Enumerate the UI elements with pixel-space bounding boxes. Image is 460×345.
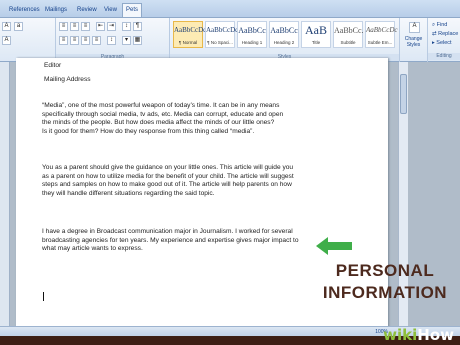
tab-references[interactable]: References bbox=[6, 4, 43, 18]
style-sample: AaBbCcDc bbox=[366, 26, 398, 34]
arrow-left-icon bbox=[316, 237, 352, 255]
paragraph-media: “Media”, one of the most powerful weapon… bbox=[42, 102, 284, 135]
style-subtitle[interactable]: AaBbCc. Subtitle bbox=[333, 21, 364, 48]
align-left-icon[interactable]: ≡ bbox=[59, 36, 68, 45]
select-icon: ▸ bbox=[432, 40, 435, 46]
style-subtle-emphasis[interactable]: AaBbCcDc Subtle Em... bbox=[365, 21, 398, 48]
sort-icon[interactable]: ↕ bbox=[122, 22, 131, 31]
style-name: Heading 1 bbox=[241, 40, 263, 45]
style-sample: AaB bbox=[305, 23, 327, 37]
style-sample: AaBbCc. bbox=[334, 26, 364, 35]
decrease-indent-icon[interactable]: ⇤ bbox=[96, 22, 105, 31]
justify-icon[interactable]: ≡ bbox=[92, 36, 101, 45]
styles-group: AaBbCcDc ¶ Normal AaBbCcDc ¶ No Spaci...… bbox=[170, 18, 400, 62]
clear-format-icon[interactable]: a bbox=[14, 22, 23, 31]
change-styles-icon[interactable]: A bbox=[409, 22, 420, 33]
style-no-spacing[interactable]: AaBbCcDc ¶ No Spaci... bbox=[205, 21, 239, 48]
replace-label: Replace bbox=[438, 31, 459, 37]
watermark-wiki: wiki bbox=[383, 326, 418, 344]
shading-icon[interactable]: ▾ bbox=[122, 36, 131, 45]
wikihow-watermark: wikiHow bbox=[383, 326, 454, 344]
find-icon: ⌕ bbox=[432, 22, 436, 28]
mailing-address-line: Mailing Address bbox=[44, 76, 91, 83]
style-name: ¶ Normal bbox=[178, 40, 198, 45]
editor-line: Editor bbox=[44, 62, 62, 69]
change-styles-group: A Change Styles bbox=[400, 18, 428, 62]
tab-pets[interactable]: Pets bbox=[122, 3, 143, 17]
scroll-thumb[interactable] bbox=[400, 74, 407, 114]
find-label: Find bbox=[436, 22, 448, 28]
style-sample: AaBbCc bbox=[238, 26, 266, 35]
style-sample: AaBbCc bbox=[270, 26, 298, 35]
tab-view[interactable]: View bbox=[101, 4, 120, 18]
borders-icon[interactable]: ▦ bbox=[133, 36, 142, 45]
callout-line-1: PERSONAL bbox=[335, 261, 435, 280]
select-label: Select bbox=[436, 40, 452, 46]
find-button[interactable]: ⌕ Find bbox=[432, 22, 447, 29]
style-sample: AaBbCcDc bbox=[206, 26, 239, 34]
tab-mailings[interactable]: Mailings bbox=[42, 4, 70, 18]
style-title[interactable]: AaB Title bbox=[301, 21, 331, 48]
paragraph-group: ≡ ≡ ≡ ⇤ ⇥ ↕ ¶ ≡ ≡ ≡ ≡ ↕ ▾ ▦ Paragraph bbox=[56, 18, 170, 62]
callout-line-2: INFORMATION bbox=[322, 283, 448, 302]
style-name: Title bbox=[311, 40, 321, 45]
style-name: Subtle Em... bbox=[367, 40, 393, 45]
style-normal[interactable]: AaBbCcDc ¶ Normal bbox=[173, 21, 207, 48]
ribbon-tab-bar: References Mailings Review View Pets bbox=[0, 0, 460, 18]
style-heading-2[interactable]: AaBbCc Heading 2 bbox=[269, 21, 299, 48]
shrink-font-icon[interactable]: A bbox=[2, 36, 11, 45]
align-center-icon[interactable]: ≡ bbox=[70, 36, 79, 45]
bullets-icon[interactable]: ≡ bbox=[59, 22, 68, 31]
personal-information-callout: PERSONAL INFORMATION bbox=[320, 260, 450, 304]
editing-group-label: Editing bbox=[428, 53, 460, 60]
style-name: Heading 2 bbox=[273, 40, 295, 45]
replace-icon: ⇄ bbox=[432, 31, 437, 37]
change-styles-button[interactable]: Change Styles bbox=[400, 36, 427, 48]
align-right-icon[interactable]: ≡ bbox=[81, 36, 90, 45]
paragraph-personal-info: I have a degree in Broadcast communicati… bbox=[42, 228, 299, 253]
tab-review[interactable]: Review bbox=[74, 4, 100, 18]
line-spacing-icon[interactable]: ↕ bbox=[107, 36, 116, 45]
show-marks-icon[interactable]: ¶ bbox=[133, 22, 142, 31]
watermark-how: How bbox=[417, 326, 454, 344]
select-button[interactable]: ▸ Select bbox=[432, 40, 452, 46]
style-name: ¶ No Spaci... bbox=[207, 40, 233, 45]
font-color-icon[interactable]: A bbox=[2, 22, 11, 31]
style-heading-1[interactable]: AaBbCc Heading 1 bbox=[237, 21, 267, 48]
numbering-icon[interactable]: ≡ bbox=[70, 22, 79, 31]
text-cursor bbox=[43, 292, 44, 301]
paragraph-guidance: You as a parent should give the guidance… bbox=[42, 164, 294, 197]
replace-button[interactable]: ⇄ Replace bbox=[432, 31, 458, 37]
style-sample: AaBbCcDc bbox=[174, 26, 207, 34]
font-group: A a A bbox=[0, 18, 56, 62]
multilevel-list-icon[interactable]: ≡ bbox=[81, 22, 90, 31]
vertical-ruler bbox=[0, 62, 10, 332]
style-name: Subtitle bbox=[340, 40, 356, 45]
increase-indent-icon[interactable]: ⇥ bbox=[107, 22, 116, 31]
ribbon: A a A ≡ ≡ ≡ ⇤ ⇥ ↕ ¶ ≡ ≡ ≡ ≡ ↕ ▾ ▦ Paragr… bbox=[0, 18, 460, 62]
